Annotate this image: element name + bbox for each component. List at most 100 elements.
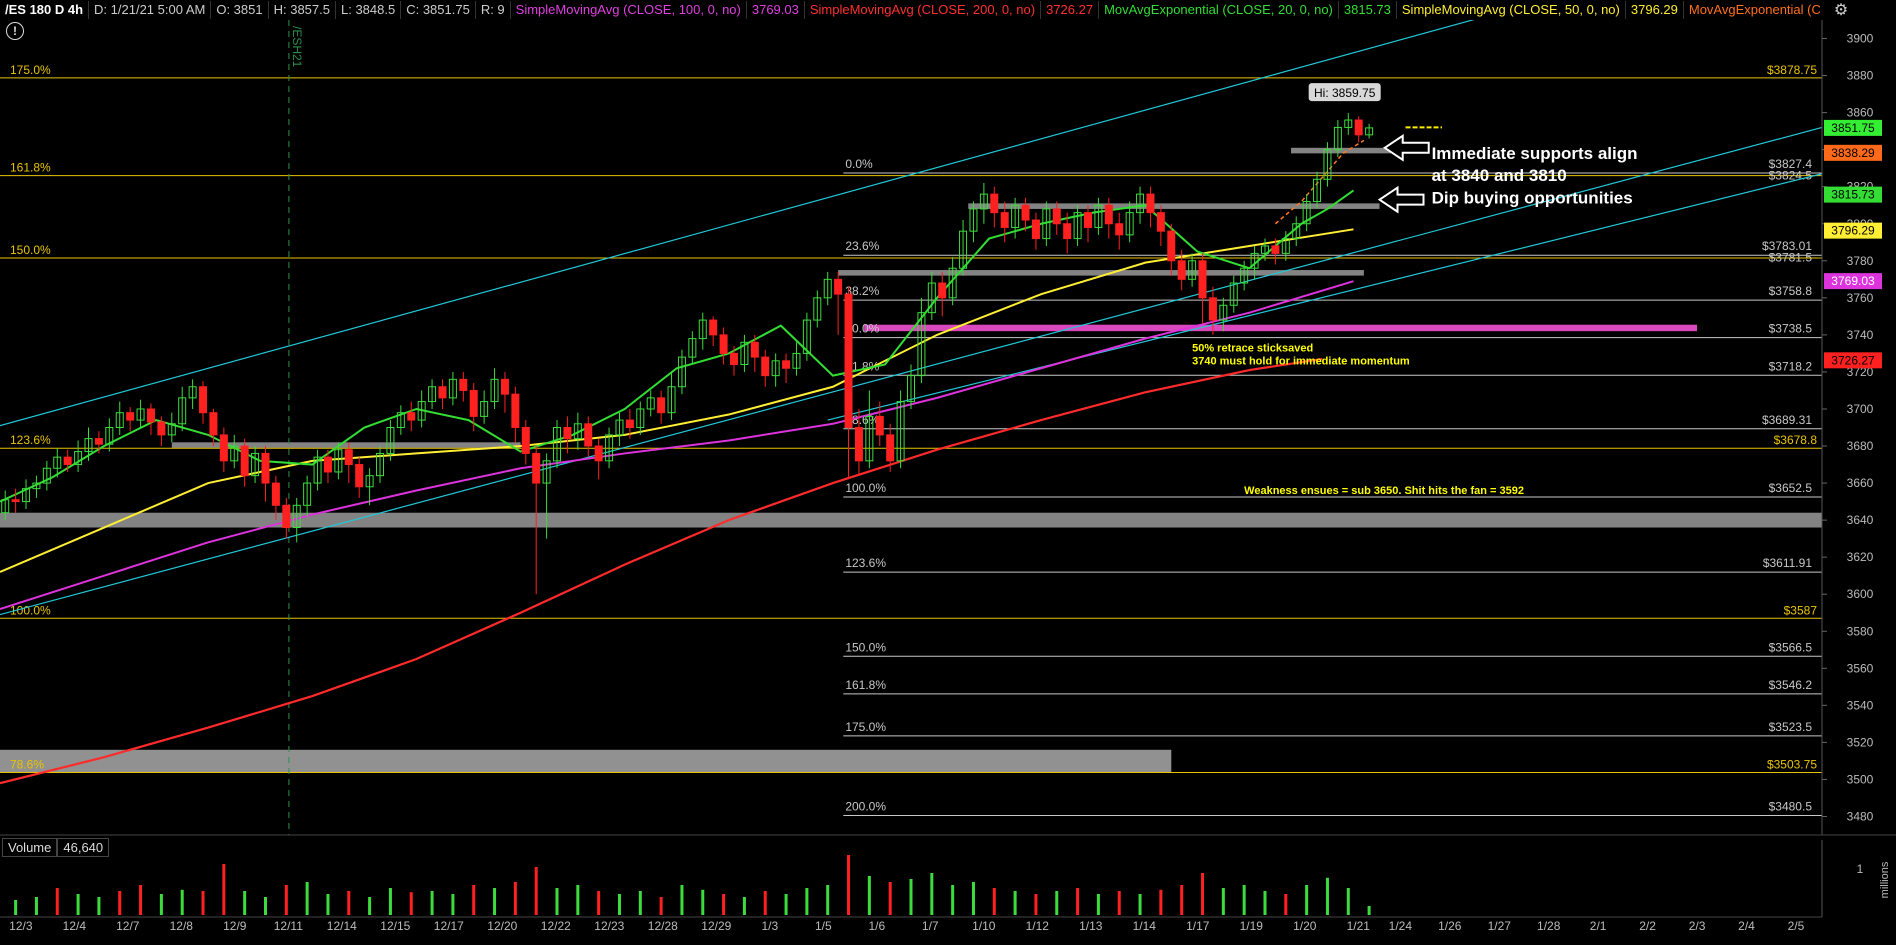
volume-bar-31 bbox=[659, 897, 663, 915]
price-tick-label-21: 3900 bbox=[1847, 32, 1874, 46]
candle-body-84 bbox=[875, 415, 884, 436]
volume-bar-38 bbox=[805, 888, 809, 915]
candle-body-98 bbox=[1021, 204, 1030, 221]
candle-body-60 bbox=[625, 419, 634, 429]
volume-bar-17 bbox=[368, 897, 372, 915]
time-label-13: 12/29 bbox=[701, 919, 731, 933]
fib-left-label-2: 150.0% bbox=[10, 243, 51, 257]
fib-right-price-3: $3738.5 bbox=[1769, 322, 1813, 336]
annotation-4: 3740 must hold for immediate momentum bbox=[1192, 356, 1410, 368]
candle-body-20 bbox=[209, 412, 218, 436]
candle-body-6 bbox=[63, 456, 72, 466]
annotation-2: Dip buying opportunities bbox=[1432, 188, 1633, 207]
candle-body-85 bbox=[886, 434, 895, 462]
candle-body-81 bbox=[844, 293, 853, 428]
candle-body-45 bbox=[469, 389, 478, 417]
fib-left-label-5: 78.6% bbox=[10, 757, 44, 771]
ma-line-ema20 bbox=[0, 189, 1355, 503]
chart-canvas[interactable]: 175.0% $3878.75161.8%150.0%123.6% $3678.81… bbox=[0, 0, 1896, 945]
study-value-sma50: 3796.29 bbox=[1626, 1, 1684, 19]
candle-body-122 bbox=[1271, 245, 1280, 254]
volume-units-label: millions bbox=[1879, 861, 1891, 898]
time-label-8: 12/17 bbox=[434, 919, 464, 933]
volume-bar-54 bbox=[1138, 894, 1142, 915]
time-label-2: 12/7 bbox=[116, 919, 140, 933]
candle-body-82 bbox=[854, 427, 863, 462]
info-icon[interactable]: ! bbox=[6, 22, 24, 40]
candle-body-34 bbox=[355, 464, 364, 488]
candle-body-12 bbox=[126, 412, 135, 421]
candle-body-101 bbox=[1052, 208, 1061, 225]
time-label-16: 1/6 bbox=[868, 919, 885, 933]
moving-averages-layer bbox=[0, 139, 1365, 785]
volume-bar-43 bbox=[909, 879, 913, 915]
fib-left-price-0: $3878.75 bbox=[1767, 63, 1817, 77]
volume-bar-58 bbox=[1221, 888, 1225, 915]
study-label-sma100[interactable]: SimpleMovingAvg (CLOSE, 100, 0, no) bbox=[511, 1, 747, 19]
candle-body-102 bbox=[1063, 223, 1072, 240]
candle-body-56 bbox=[584, 423, 593, 447]
fib-right-price-9: $3546.2 bbox=[1769, 678, 1813, 692]
candle-body-31 bbox=[323, 456, 332, 473]
zone-6 bbox=[864, 324, 1698, 332]
time-label-30: 2/1 bbox=[1590, 919, 1607, 933]
settings-icon[interactable]: ⚙ bbox=[1826, 0, 1856, 20]
volume-bar-22 bbox=[472, 885, 476, 915]
volume-bar-9 bbox=[201, 891, 205, 915]
volume-bar-48 bbox=[1013, 891, 1017, 915]
volume-bar-63 bbox=[1325, 877, 1329, 915]
candle-body-70 bbox=[730, 352, 739, 366]
volume-bar-44 bbox=[930, 873, 934, 915]
candle-body-27 bbox=[282, 504, 291, 529]
support-arrow-3810 bbox=[1377, 185, 1425, 214]
time-label-31: 2/2 bbox=[1639, 919, 1656, 933]
candle-body-106 bbox=[1104, 204, 1113, 225]
volume-bar-61 bbox=[1284, 894, 1288, 915]
candle-body-95 bbox=[990, 193, 999, 214]
volume-bar-2 bbox=[55, 888, 59, 915]
volume-bar-52 bbox=[1096, 894, 1100, 915]
volume-bar-47 bbox=[992, 888, 996, 915]
price-tick-label-15: 3780 bbox=[1847, 254, 1874, 268]
time-label-21: 1/14 bbox=[1133, 919, 1157, 933]
volume-bar-30 bbox=[638, 891, 642, 915]
candle-body-111 bbox=[1156, 212, 1165, 232]
study-label-sma50[interactable]: SimpleMovingAvg (CLOSE, 50, 0, no) bbox=[1397, 1, 1626, 19]
fib-right-price-5: $3689.31 bbox=[1762, 413, 1812, 427]
candle-body-50 bbox=[521, 427, 530, 454]
candle-body-107 bbox=[1115, 223, 1124, 236]
price-tick-label-19: 3860 bbox=[1847, 106, 1874, 120]
volume-bar-57 bbox=[1201, 873, 1205, 915]
candle-body-51 bbox=[532, 452, 541, 484]
study-label-ema8[interactable]: MovAvgExponential (CLOSE, 8, 0, ... bbox=[1684, 1, 1820, 19]
volume-bar-13 bbox=[284, 885, 288, 915]
volume-bar-29 bbox=[617, 894, 621, 915]
fib-right-label-8: 150.0% bbox=[845, 640, 886, 654]
volume-bar-46 bbox=[971, 882, 975, 915]
volume-title: Volume 46,640 bbox=[2, 838, 110, 857]
time-label-4: 12/9 bbox=[223, 919, 247, 933]
bar-close: C: 3851.75 bbox=[401, 1, 476, 19]
fib-right-price-10: $3523.5 bbox=[1769, 720, 1813, 734]
fib-right-label-7: 123.6% bbox=[845, 556, 886, 570]
price-axis[interactable]: 3480 3500 3520 3540 3560 3580 3600 3620 3640 3660… bbox=[1821, 20, 1882, 835]
study-label-sma200[interactable]: SimpleMovingAvg (CLOSE, 200, 0, no) bbox=[805, 1, 1042, 19]
volume-bar-12 bbox=[263, 897, 267, 915]
volume-bar-21 bbox=[451, 894, 455, 915]
volume-bar-6 bbox=[139, 885, 143, 915]
candle-body-14 bbox=[146, 408, 155, 423]
time-axis[interactable]: 12/3 12/4 12/7 12/8 12/9 12/11 12/14 12/15 12/17… bbox=[0, 916, 1822, 933]
volume-bar-28 bbox=[597, 891, 601, 915]
volume-bar-37 bbox=[784, 894, 788, 915]
study-label-ema20[interactable]: MovAvgExponential (CLOSE, 20, 0, no) bbox=[1099, 1, 1339, 19]
time-label-32: 2/3 bbox=[1689, 919, 1706, 933]
candle-body-104 bbox=[1083, 212, 1092, 228]
bar-high: H: 3857.5 bbox=[269, 1, 336, 19]
time-label-11: 12/23 bbox=[594, 919, 624, 933]
volume-axis-label: 1 bbox=[1857, 862, 1864, 876]
price-tick-label-0: 3480 bbox=[1847, 809, 1874, 823]
symbol-label[interactable]: /ES 180 D 4h bbox=[0, 1, 90, 19]
candle-body-130 bbox=[1354, 119, 1363, 136]
fib-left-label-0: 175.0% bbox=[10, 63, 51, 77]
volume-bar-3 bbox=[76, 894, 80, 915]
